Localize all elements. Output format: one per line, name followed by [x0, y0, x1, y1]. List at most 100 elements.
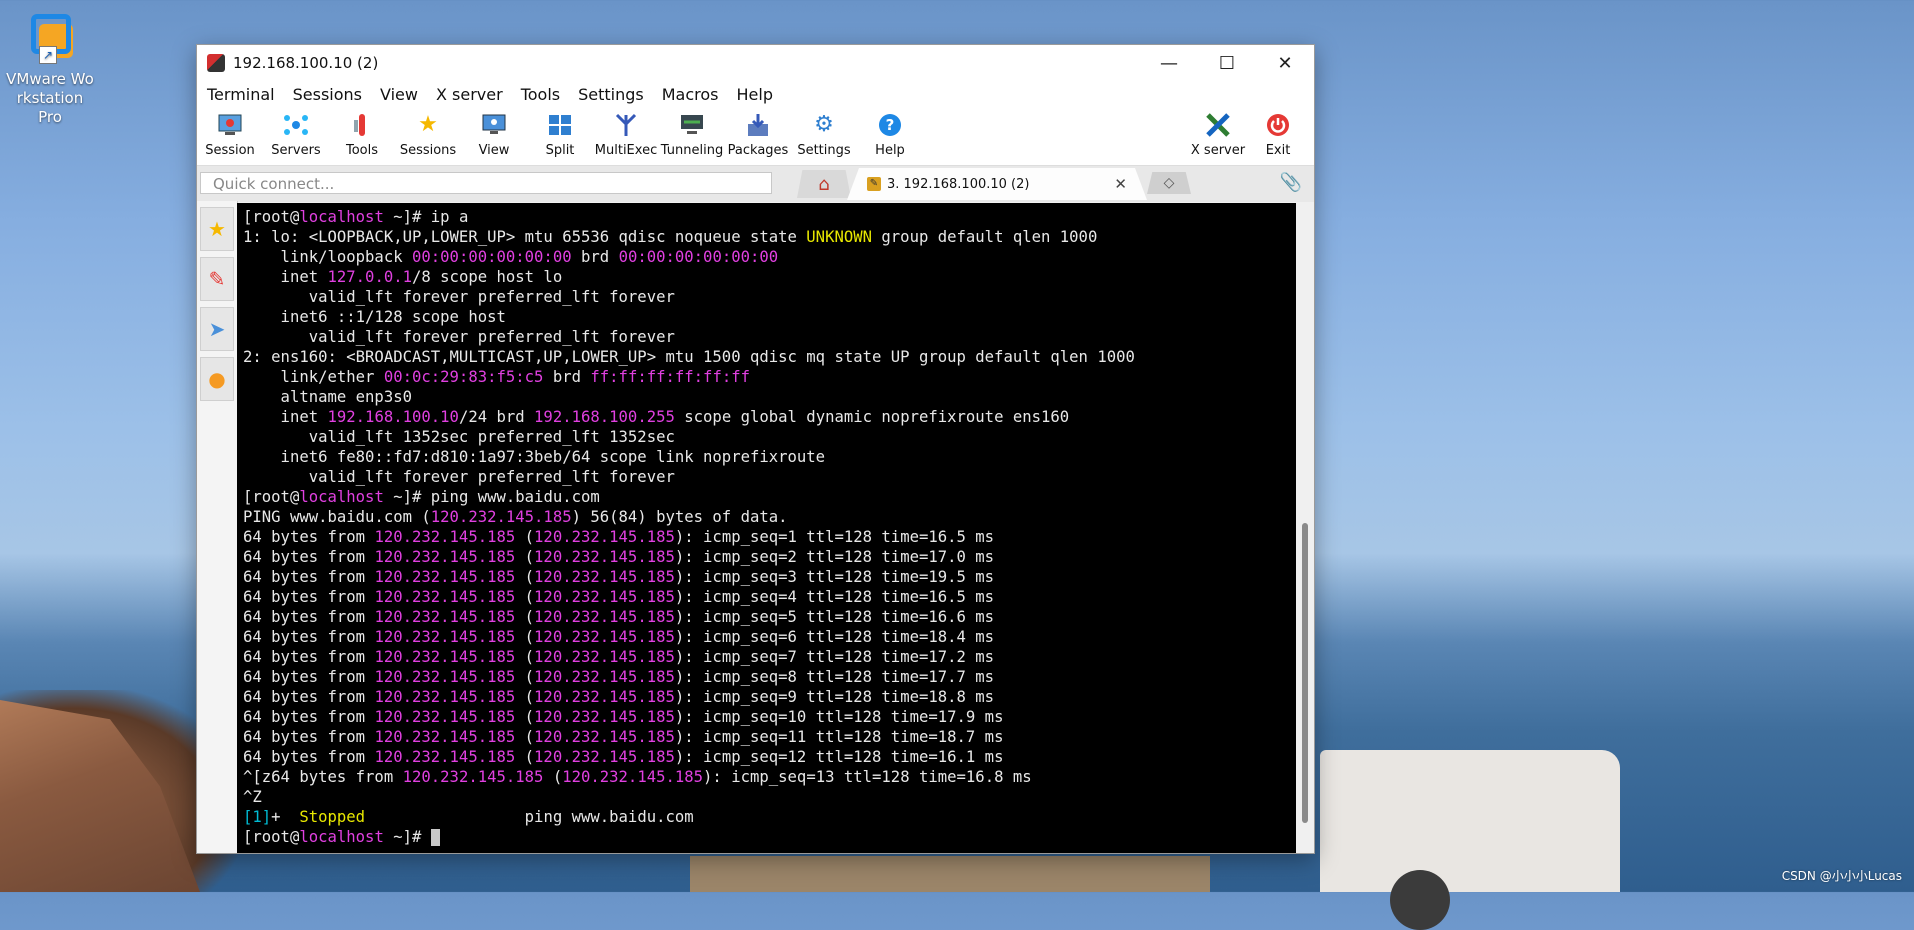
tools-button[interactable]: Tools [329, 111, 395, 158]
app-icon [207, 54, 225, 72]
menu-sessions[interactable]: Sessions [289, 85, 370, 104]
terminal-line: altname enp3s0 [243, 387, 1290, 407]
terminal-text: ~]# ip a [383, 208, 469, 226]
terminal-output[interactable]: [root@ localhost ~]# ip a 1: lo: <LOOPBACK… [237, 203, 1296, 853]
terminal-cursor [430, 829, 440, 846]
paperclip-icon[interactable]: 📎 [1280, 172, 1302, 193]
menu-view[interactable]: View [376, 85, 426, 104]
terminal-text: /24 brd [458, 408, 535, 426]
terminal-text: 120.232.145.185 [374, 728, 516, 746]
sidebar-tools-button[interactable]: ✎ [200, 257, 234, 301]
view-icon [480, 111, 508, 139]
split-icon [546, 111, 574, 139]
terminal-text: 64 bytes from [243, 628, 375, 646]
menu-help[interactable]: Help [733, 85, 781, 104]
terminal-line: 64 bytes from 120.232.145.185 (120.232.1… [243, 667, 1290, 687]
terminal-text: 192.168.100.255 [534, 408, 675, 426]
title-bar[interactable]: 192.168.100.10 (2) — ☐ ✕ [197, 45, 1314, 81]
truck-wheel [1390, 870, 1450, 930]
scrollbar-thumb[interactable] [1302, 523, 1308, 823]
exit-button[interactable]: Exit [1245, 111, 1311, 158]
x-server-label: X server [1190, 143, 1246, 158]
terminal-text: 120.232.145.185 [562, 768, 704, 786]
terminal-text: 120.232.145.185 [374, 588, 516, 606]
terminal-line: 1: lo: <LOOPBACK,UP,LOWER_UP> mtu 65536 … [243, 227, 1290, 247]
xserver-icon [1204, 111, 1232, 139]
tab-close-icon[interactable]: ✕ [1114, 175, 1127, 193]
terminal-text: ( [515, 748, 535, 766]
terminal-line: 64 bytes from 120.232.145.185 (120.232.1… [243, 547, 1290, 567]
terminal-line: 64 bytes from 120.232.145.185 (120.232.1… [243, 607, 1290, 627]
terminal-text: 64 bytes from [243, 588, 375, 606]
desktop-icon-vmware[interactable]: ↗ VMware Wo rkstation Pro [6, 14, 94, 127]
send-icon: ➤ [208, 317, 226, 341]
sidebar-macros-button[interactable]: ● [200, 357, 234, 401]
menu-bar: Terminal Sessions View X server Tools Se… [197, 81, 1314, 107]
terminal-text: 127.0.0.1 [327, 268, 413, 286]
terminal-text: 64 bytes from [243, 608, 375, 626]
star-icon: ★ [418, 112, 438, 137]
terminal-text: 00:00:00:00:00:00 [618, 248, 779, 266]
quick-connect-input[interactable]: Quick connect... [200, 172, 772, 194]
terminal-text: 192.168.100.10 [327, 408, 459, 426]
terminal-text: localhost [299, 208, 384, 226]
terminal-text: 120.232.145.185 [430, 508, 572, 526]
terminal-text: scope global dynamic noprefixroute ens16… [674, 408, 1070, 426]
terminal-text: 120.232.145.185 [374, 708, 516, 726]
menu-settings[interactable]: Settings [574, 85, 652, 104]
terminal-scrollbar[interactable] [1296, 203, 1314, 853]
desktop-icon-label-line2: rkstation Pro [16, 89, 84, 126]
terminal-line: 64 bytes from 120.232.145.185 (120.232.1… [243, 707, 1290, 727]
new-tab-button[interactable]: ◇ [1147, 172, 1191, 194]
terminal-text: ) 56(84) bytes of data. [571, 508, 788, 526]
terminal-line: link/loopback 00:00:00:00:00:00 brd 00:0… [243, 247, 1290, 267]
settings-button[interactable]: ⚙ Settings [791, 111, 857, 158]
sidebar-sessions-button[interactable]: ★ [200, 207, 234, 251]
svg-text:?: ? [886, 116, 895, 134]
terminal-line: PING www.baidu.com (120.232.145.185) 56(… [243, 507, 1290, 527]
tools-icon [348, 111, 376, 139]
help-button[interactable]: ? Help [857, 111, 923, 158]
help-icon: ? [876, 111, 904, 139]
x-server-button[interactable]: X server [1185, 111, 1251, 158]
close-button[interactable]: ✕ [1256, 45, 1314, 81]
maximize-button[interactable]: ☐ [1198, 45, 1256, 81]
terminal-text: [root@ [243, 828, 300, 846]
terminal-line: inet 127.0.0.1/8 scope host lo [243, 267, 1290, 287]
terminal-text: PING www.baidu.com ( [243, 508, 431, 526]
sessions-button[interactable]: ★ Sessions [395, 111, 461, 158]
split-button[interactable]: Split [527, 111, 593, 158]
minimize-button[interactable]: — [1140, 45, 1198, 81]
tab-session[interactable]: ✎ 3. 192.168.100.10 (2) ✕ [847, 168, 1147, 200]
servers-button[interactable]: Servers [263, 111, 329, 158]
terminal-line: valid_lft forever preferred_lft forever [243, 467, 1290, 487]
terminal-text: ): icmp_seq=9 ttl=128 time=18.8 ms [674, 688, 995, 706]
home-tab[interactable]: ⌂ [797, 170, 851, 198]
shortcut-arrow-icon: ↗ [39, 46, 57, 64]
terminal-text: 64 bytes from [243, 728, 375, 746]
terminal-text: 120.232.145.185 [374, 548, 516, 566]
terminal-line: 64 bytes from 120.232.145.185 (120.232.1… [243, 567, 1290, 587]
gears-icon: ⚙ [814, 112, 834, 137]
terminal-text: brd [543, 368, 591, 386]
terminal-text: [1] [243, 808, 272, 826]
view-button[interactable]: View [461, 111, 527, 158]
terminal-text: Stopped [299, 808, 366, 826]
left-sidebar: ★ ✎ ➤ ● [197, 201, 238, 853]
multiexec-button[interactable]: MultiExec [593, 111, 659, 158]
terminal-text: 120.232.145.185 [374, 628, 516, 646]
terminal-text: ( [515, 628, 535, 646]
sidebar-sftp-button[interactable]: ➤ [200, 307, 234, 351]
terminal-text: ): icmp_seq=8 ttl=128 time=17.7 ms [674, 668, 995, 686]
menu-macros[interactable]: Macros [658, 85, 727, 104]
terminal-text: ): icmp_seq=6 ttl=128 time=18.4 ms [674, 628, 995, 646]
terminal-text: ): icmp_seq=7 ttl=128 time=17.2 ms [674, 648, 995, 666]
tunneling-button[interactable]: Tunneling [659, 111, 725, 158]
terminal-text: ( [515, 568, 535, 586]
menu-tools[interactable]: Tools [517, 85, 568, 104]
terminal-text: link/loopback [243, 248, 412, 266]
menu-terminal[interactable]: Terminal [203, 85, 283, 104]
packages-button[interactable]: Packages [725, 111, 791, 158]
menu-x-server[interactable]: X server [432, 85, 511, 104]
session-button[interactable]: Session [197, 111, 263, 158]
